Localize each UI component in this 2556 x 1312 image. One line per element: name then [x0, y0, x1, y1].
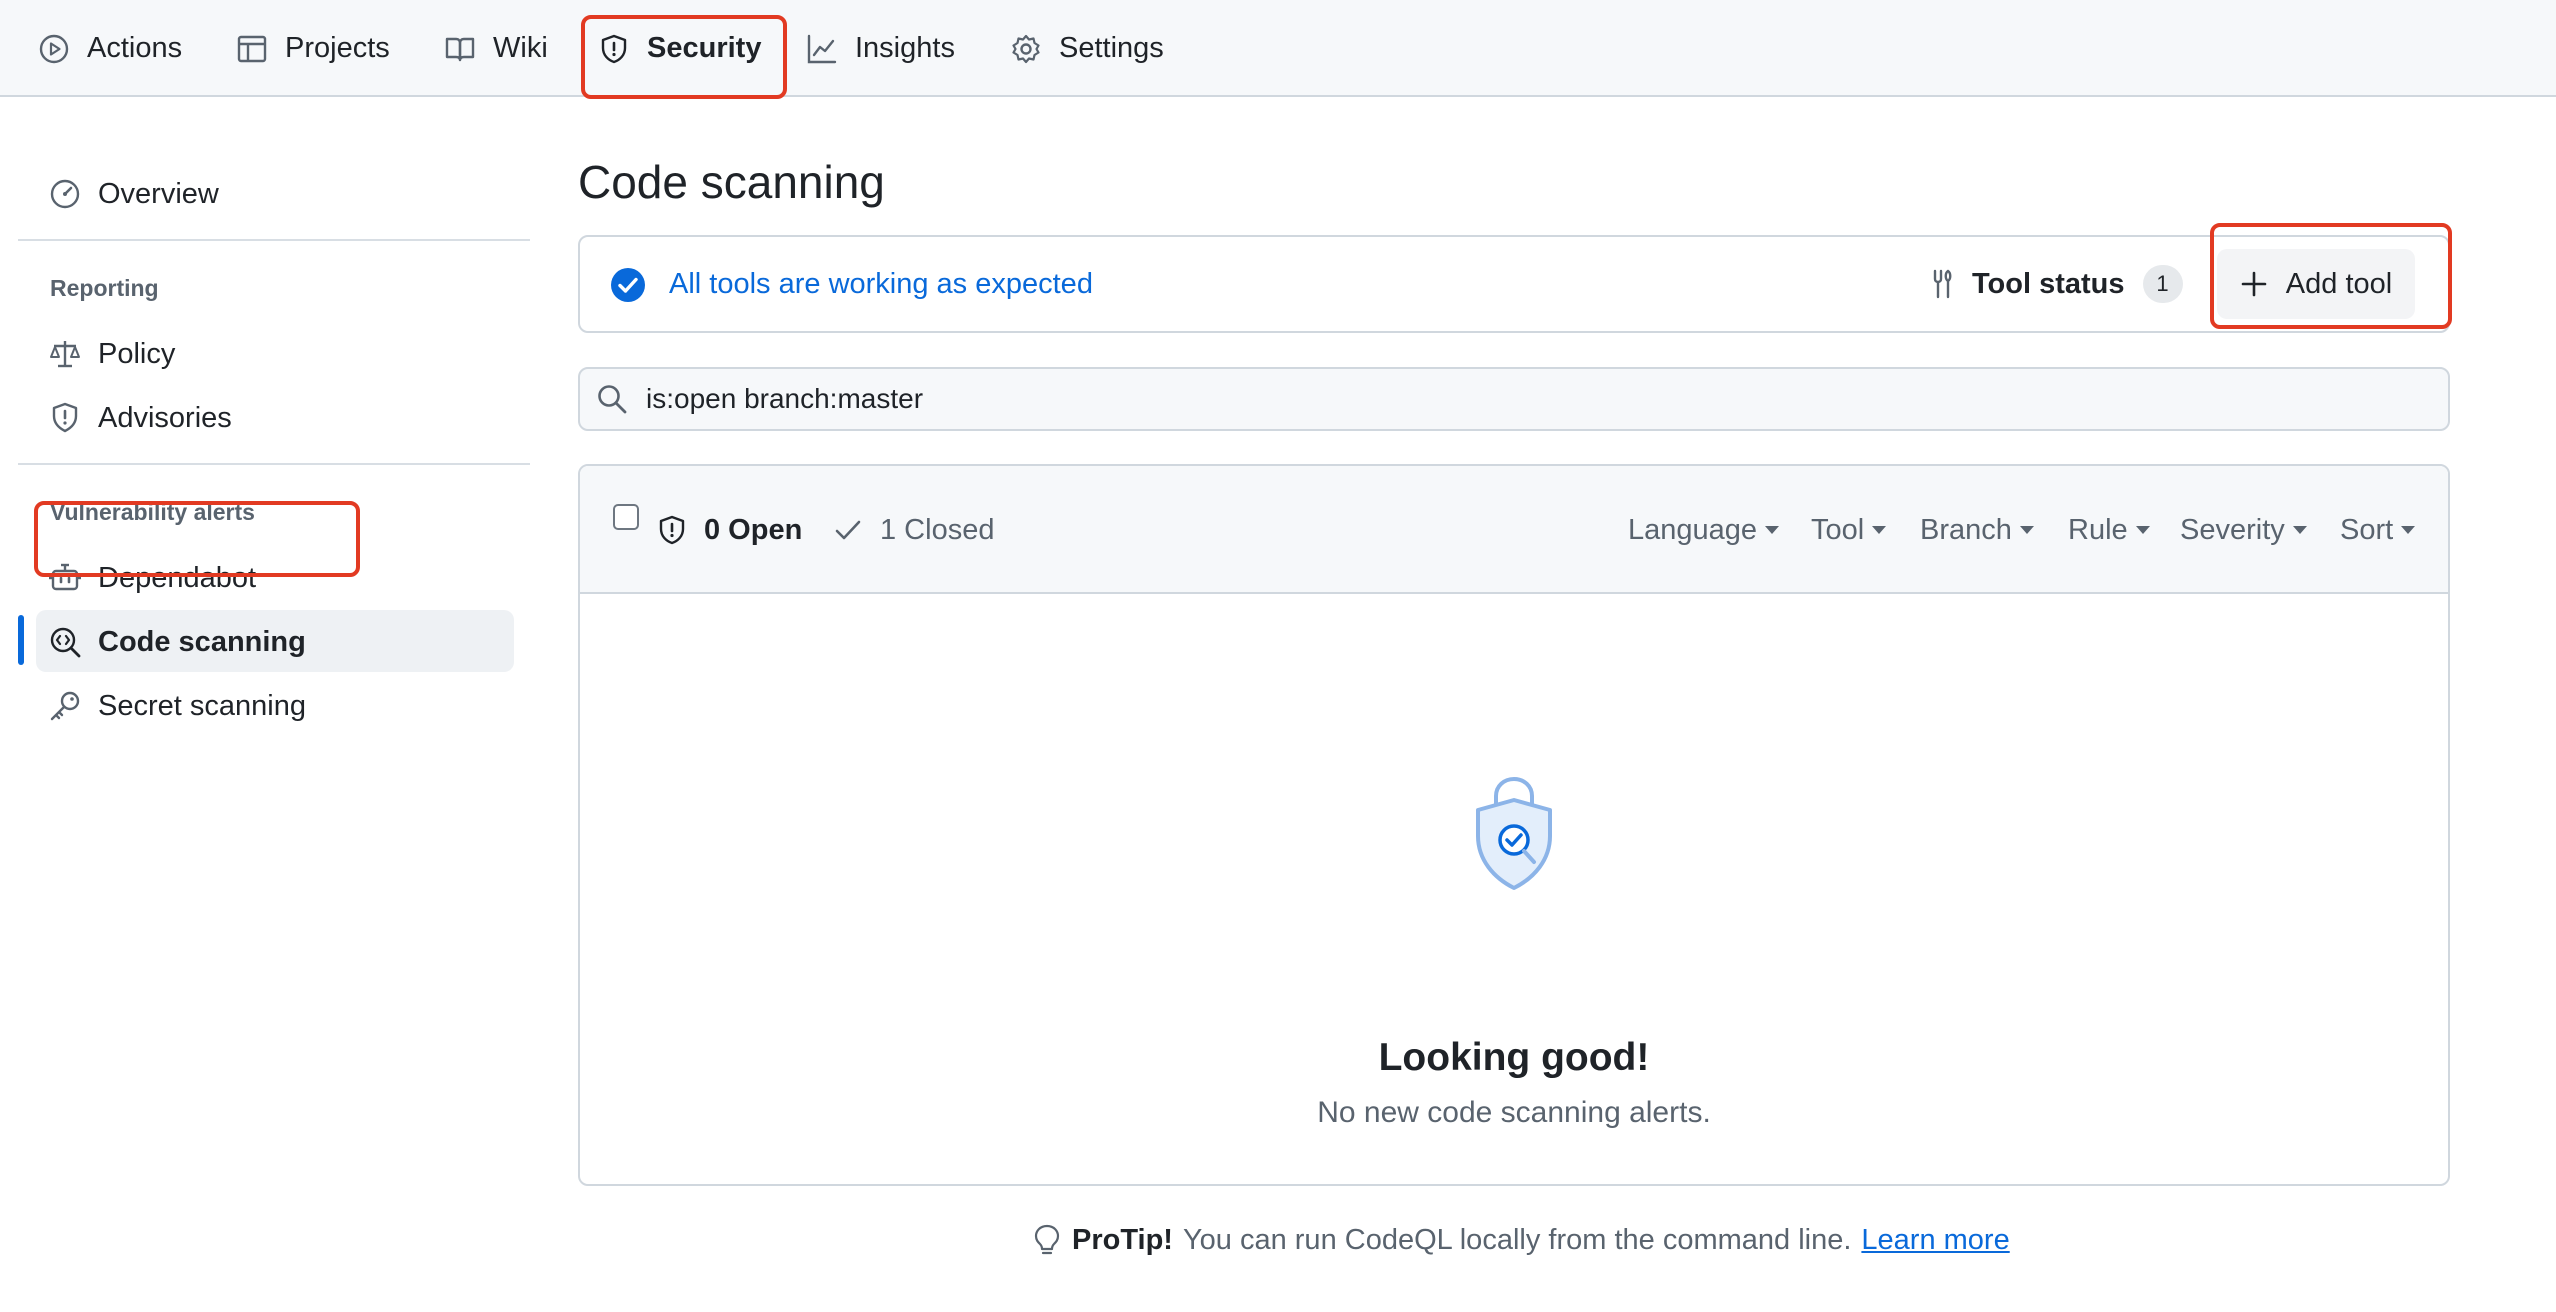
sidebar-item-code-scanning[interactable]: Code scanning: [48, 614, 306, 670]
sidebar-divider: [18, 463, 530, 465]
filter-label: Language: [1628, 513, 1758, 546]
check-circle-icon: [611, 268, 645, 302]
shield-lock-check-icon: [1476, 776, 1552, 890]
nav-tab-label: Projects: [285, 32, 390, 64]
filter-label: Tool: [1811, 513, 1865, 546]
book-icon: [445, 37, 475, 61]
alerts-list: 0 Open 1 Closed Language Tool Branch Rul…: [578, 464, 2450, 1186]
protip: ProTip! You can run CodeQL locally from …: [1032, 1216, 2010, 1264]
caret-down-icon: [1765, 526, 1780, 534]
nav-tab-label: Actions: [87, 32, 183, 64]
nav-tab-actions[interactable]: Actions: [38, 0, 182, 97]
alert-search: [578, 367, 2450, 431]
filter-label: Sort: [2340, 513, 2394, 546]
caret-down-icon: [2401, 526, 2416, 534]
open-alerts-label: 0 Open: [704, 513, 803, 546]
tool-status-count-badge: 1: [2142, 265, 2183, 303]
annotation-highlight-security: [581, 15, 787, 99]
sort-dropdown[interactable]: Sort: [2340, 466, 2416, 594]
sidebar-heading-reporting: Reporting: [50, 275, 159, 301]
severity-filter-dropdown[interactable]: Severity: [2180, 466, 2307, 594]
language-filter-dropdown[interactable]: Language: [1628, 466, 1780, 594]
annotation-highlight-add-tool: [2210, 223, 2452, 329]
tool-status-message[interactable]: All tools are working as expected: [669, 237, 1093, 331]
table-icon: [237, 35, 267, 62]
sidebar-item-label: Overview: [98, 177, 219, 210]
alerts-list-header: 0 Open 1 Closed Language Tool Branch Rul…: [580, 466, 2448, 594]
sidebar-item-policy[interactable]: Policy: [48, 326, 175, 382]
closed-alerts-filter[interactable]: 1 Closed: [832, 466, 994, 594]
caret-down-icon: [2292, 526, 2307, 534]
filter-label: Severity: [2180, 513, 2285, 546]
tool-status-banner: All tools are working as expected Tool s…: [578, 235, 2450, 333]
sidebar-item-label: Secret scanning: [98, 689, 306, 722]
meter-icon: [50, 179, 80, 209]
shield-icon: [659, 515, 685, 545]
gear-icon: [1012, 34, 1040, 63]
empty-state-title: Looking good!: [1378, 1036, 1650, 1079]
sidebar-divider: [18, 239, 530, 241]
select-all-checkbox[interactable]: [613, 504, 639, 530]
graph-icon: [807, 34, 837, 63]
nav-tab-insights[interactable]: Insights: [806, 0, 955, 97]
sidebar-item-label: Advisories: [98, 401, 232, 434]
tool-filter-dropdown[interactable]: Tool: [1811, 466, 1887, 594]
nav-tab-wiki[interactable]: Wiki: [444, 0, 548, 97]
tool-status-label: Tool status: [1972, 267, 2125, 300]
learn-more-link[interactable]: Learn more: [1861, 1224, 2009, 1257]
sidebar-active-indicator: [18, 615, 24, 665]
code-search-icon: [50, 627, 81, 658]
tool-status-button[interactable]: Tool status 1: [1926, 237, 2183, 331]
shield-icon: [52, 402, 78, 433]
rule-filter-dropdown[interactable]: Rule: [2068, 466, 2150, 594]
protip-text: You can run CodeQL locally from the comm…: [1182, 1223, 1852, 1256]
sidebar-item-label: Policy: [98, 337, 176, 370]
sidebar-item-secret-scanning[interactable]: Secret scanning: [48, 678, 306, 734]
empty-state-subtitle: No new code scanning alerts.: [1317, 1096, 1711, 1129]
nav-tab-label: Settings: [1059, 32, 1164, 64]
search-input[interactable]: [644, 369, 2424, 429]
nav-tab-label: Wiki: [493, 32, 548, 64]
play-icon: [39, 34, 69, 63]
law-icon: [50, 341, 80, 368]
repo-nav: Actions Projects Wiki Security Insights …: [0, 0, 2556, 97]
nav-tab-label: Insights: [855, 32, 955, 64]
annotation-highlight-code-scanning: [34, 501, 360, 577]
light-bulb-icon: [1034, 1224, 1060, 1255]
tools-icon: [1933, 269, 1952, 299]
protip-label: ProTip!: [1072, 1223, 1173, 1256]
page-title: Code scanning: [578, 156, 885, 208]
filter-label: Rule: [2068, 513, 2128, 546]
security-sidebar: Overview Reporting Policy Advisories Vul…: [0, 97, 540, 1312]
sidebar-item-label: Code scanning: [98, 625, 306, 658]
caret-down-icon: [1872, 526, 1887, 534]
nav-tab-settings[interactable]: Settings: [1010, 0, 1164, 97]
sidebar-item-overview[interactable]: Overview: [48, 166, 219, 222]
nav-tab-projects[interactable]: Projects: [236, 0, 390, 97]
search-icon: [598, 385, 627, 414]
sidebar-item-advisories[interactable]: Advisories: [48, 390, 232, 446]
caret-down-icon: [2019, 526, 2034, 534]
empty-state: Looking good! No new code scanning alert…: [580, 594, 2448, 1184]
open-alerts-filter[interactable]: 0 Open: [656, 466, 802, 594]
closed-alerts-label: 1 Closed: [880, 513, 995, 546]
check-icon: [835, 520, 861, 540]
key-icon: [50, 691, 80, 721]
caret-down-icon: [2135, 526, 2150, 534]
filter-label: Branch: [1920, 513, 2012, 546]
branch-filter-dropdown[interactable]: Branch: [1920, 466, 2034, 594]
